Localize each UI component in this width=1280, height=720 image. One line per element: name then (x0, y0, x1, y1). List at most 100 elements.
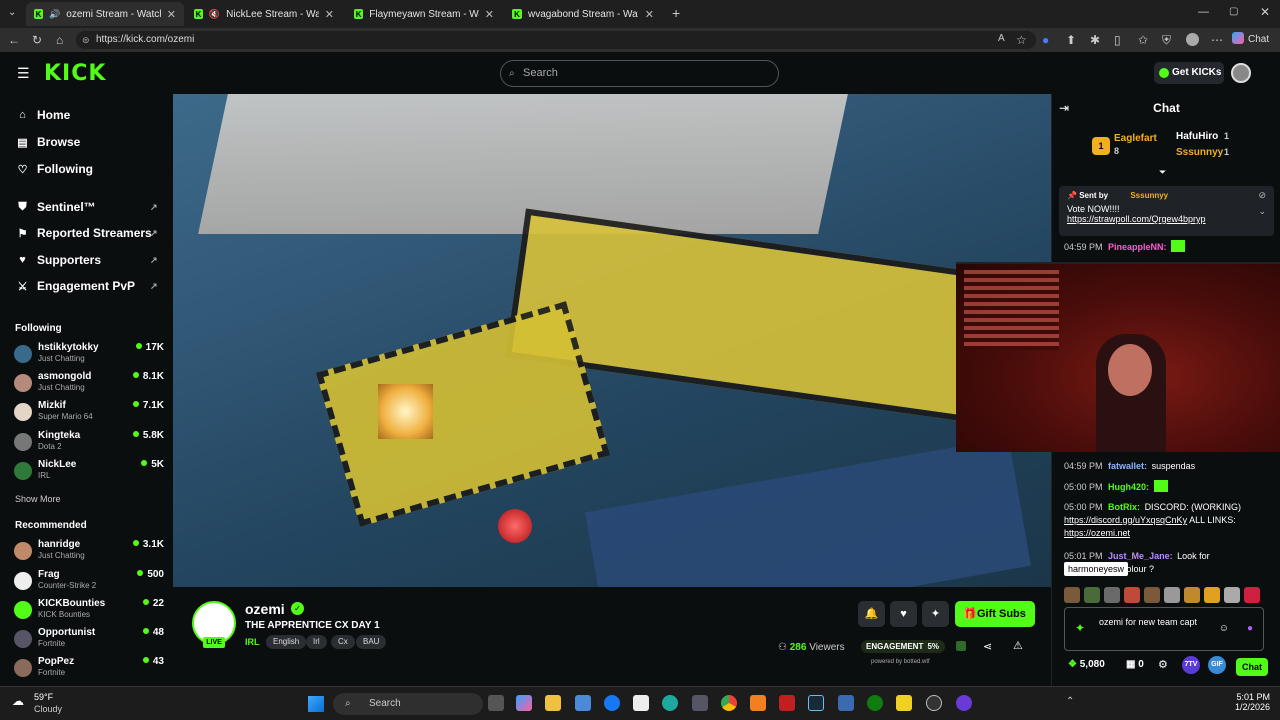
gif-button[interactable]: GIF (1208, 656, 1226, 674)
emote-icon[interactable] (1144, 587, 1160, 603)
media-player-icon[interactable] (779, 695, 795, 711)
following-item[interactable]: asmongold Just Chatting 8.1K (14, 371, 164, 397)
leaderboard-user[interactable]: HafuHiro (1176, 131, 1218, 142)
report-icon[interactable]: ⚠ (1013, 639, 1023, 652)
system-tray-chevron-icon[interactable]: ⌃ (1066, 696, 1074, 707)
emote-icon[interactable] (1124, 587, 1140, 603)
sent-by-user[interactable]: Sssunnyy (1130, 191, 1168, 200)
copilot-chat-button[interactable]: Chat (1232, 32, 1269, 45)
clock[interactable]: 5:01 PM 1/2/2026 (1226, 692, 1270, 712)
powered-by-text[interactable]: powered by botted.wtf (871, 659, 930, 665)
user-avatar[interactable] (1231, 63, 1251, 83)
emote-icon[interactable] (1104, 587, 1120, 603)
tab-list-icon[interactable]: ⌄ (8, 7, 16, 18)
video-player[interactable] (173, 94, 1051, 587)
follow-button[interactable]: ♥ (890, 601, 917, 627)
following-item[interactable]: Mizkif Super Mario 64 7.1K (14, 400, 164, 426)
hamburger-menu-icon[interactable]: ☰ (17, 65, 30, 82)
browser-tab-flaymeyawn[interactable]: K Flaymeyawn Stream - Watch Live o ✕ (346, 2, 502, 26)
facebook-icon[interactable] (604, 695, 620, 711)
split-screen-icon[interactable]: ▯ (1114, 33, 1121, 47)
vlc-icon[interactable] (750, 695, 766, 711)
message-user[interactable]: Just_Me_Jane: (1108, 551, 1173, 561)
emote-icon[interactable] (1064, 587, 1080, 603)
profile-avatar[interactable] (1186, 33, 1199, 46)
steam-icon[interactable] (808, 695, 824, 711)
sticky-notes-icon[interactable] (896, 695, 912, 711)
search-input[interactable]: ⌕ Search (500, 60, 779, 87)
recommended-item[interactable]: PopPez Fortnite 43 (14, 656, 164, 682)
message-user[interactable]: PineappleNN: (1108, 242, 1167, 252)
close-tab-icon[interactable]: ✕ (645, 8, 654, 21)
settings-icon[interactable]: ⚙ (1158, 658, 1168, 671)
tag-chip[interactable]: Cx (331, 635, 355, 649)
taskbar-search[interactable]: ⌕ Search (333, 693, 483, 715)
get-kicks-button[interactable]: Get KICKs (1154, 62, 1224, 84)
emote-icon[interactable] (1184, 587, 1200, 603)
leaderboard-user[interactable]: Sssunnyy (1176, 147, 1223, 158)
expand-icon[interactable]: ⌄ (1258, 206, 1266, 217)
sidebar-item-browse[interactable]: ▤ Browse (16, 135, 80, 149)
extensions-icon[interactable]: ✱ (1090, 33, 1100, 47)
sidebar-item-home[interactable]: ⌂ Home (16, 108, 70, 122)
refresh-icon[interactable]: ↻ (32, 33, 42, 47)
browser-tab-wvagabond[interactable]: K wvagabond Stream - Watch Li ✕ (504, 2, 662, 26)
copilot-icon[interactable] (516, 695, 532, 711)
url-field[interactable]: ⊜ https://kick.com/ozemi (76, 31, 1036, 49)
xbox-icon[interactable] (867, 695, 883, 711)
recommended-item[interactable]: Opportunist Fortnite 48 (14, 627, 164, 653)
message-link[interactable]: https://discord.gg/uYxqsqCnKy (1064, 515, 1187, 525)
following-item[interactable]: hstikkytokky Just Chatting 17K (14, 342, 164, 368)
engagement-info-icon[interactable] (956, 641, 966, 651)
kick-logo[interactable]: KICK (44, 61, 106, 86)
extension-icon[interactable]: ⬆ (1066, 33, 1076, 47)
app-icon[interactable] (956, 695, 972, 711)
close-tab-icon[interactable]: ✕ (325, 8, 334, 21)
channel-name[interactable]: ozemi (245, 601, 285, 617)
recommended-item[interactable]: KICKBounties KICK Bounties 22 (14, 598, 164, 624)
app-icon[interactable] (838, 695, 854, 711)
emote-icon[interactable] (1204, 587, 1220, 603)
sidebar-item-engagement-pvp[interactable]: ⚔ Engagement PvP ↗ (16, 279, 158, 293)
kick-emote-icon[interactable]: ● (1247, 623, 1253, 635)
calculator-icon[interactable] (692, 695, 708, 711)
shield-icon[interactable]: ⛨ (1162, 33, 1171, 48)
message-user[interactable]: BotRix: (1108, 502, 1140, 512)
7tv-emote-button[interactable]: 7TV (1182, 656, 1200, 674)
more-menu-icon[interactable]: ⋯ (1211, 33, 1223, 47)
emoji-icon[interactable]: ☺ (1219, 623, 1229, 635)
unpin-icon[interactable]: ⊘ (1258, 190, 1266, 201)
tag-chip[interactable]: BAU (356, 635, 387, 649)
extension-icon[interactable]: ● (1042, 33, 1049, 47)
edge-icon[interactable] (662, 695, 678, 711)
emote-icon[interactable] (1164, 587, 1180, 603)
emote-icon[interactable] (1244, 587, 1260, 603)
leaderboard-user[interactable]: Eaglefart (1114, 133, 1157, 144)
obs-icon[interactable] (926, 695, 942, 711)
following-item[interactable]: NickLee IRL 5K (14, 459, 164, 485)
close-tab-icon[interactable]: ✕ (485, 8, 494, 21)
sidebar-item-sentinel[interactable]: ⛊ Sentinel™ ↗ (16, 200, 157, 214)
start-button[interactable] (308, 696, 324, 712)
home-icon[interactable]: ⌂ (56, 33, 63, 47)
chat-input[interactable]: ✦ ozemi for new team capt ☺ ● (1064, 607, 1264, 651)
minimize-button[interactable]: — (1198, 6, 1209, 18)
new-tab-button[interactable]: + (672, 5, 680, 21)
show-more-link[interactable]: Show More (15, 494, 61, 504)
recommended-item[interactable]: Frag Counter-Strike 2 500 (14, 569, 164, 595)
filter-icon[interactable]: ⏷ (1159, 167, 1166, 178)
tag-chip[interactable]: Irl (306, 635, 327, 649)
file-explorer-icon[interactable] (545, 695, 561, 711)
browser-tab-nicklee[interactable]: K 🔇 NickLee Stream - Watch Live o ✕ (186, 2, 342, 26)
message-user[interactable]: Hugh420: (1108, 482, 1149, 492)
task-view-icon[interactable] (488, 695, 504, 711)
sidebar-item-following[interactable]: ♡ Following (16, 162, 93, 176)
pinned-link[interactable]: https://strawpoll.com/Qrgew4bpryp (1067, 214, 1266, 224)
clip-button[interactable]: ✦ (922, 601, 949, 627)
share-icon[interactable]: ⋖ (983, 640, 992, 653)
message-link[interactable]: https://ozemi.net (1064, 528, 1130, 538)
notification-button[interactable]: 🔔 (858, 601, 885, 627)
tag-chip[interactable]: English (266, 635, 307, 649)
close-window-button[interactable]: ✕ (1260, 5, 1270, 19)
back-icon[interactable]: ← (8, 33, 20, 47)
